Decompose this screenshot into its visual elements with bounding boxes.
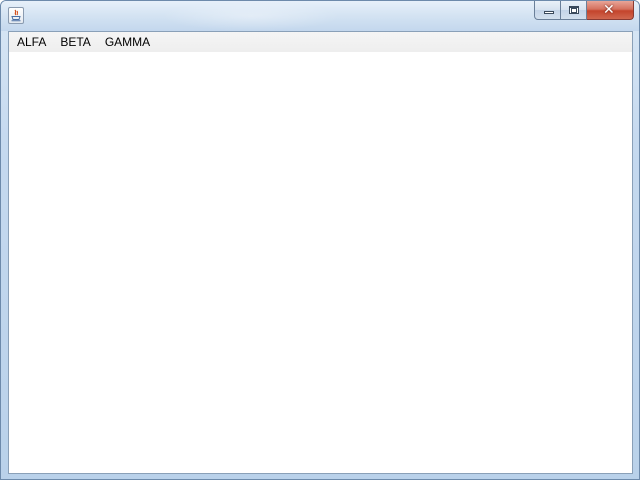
client-area: ALFA BETA GAMMA xyxy=(8,31,633,474)
close-button[interactable]: ✕ xyxy=(587,1,634,20)
menu-beta[interactable]: BETA xyxy=(53,32,97,52)
title-bar[interactable]: ✕ xyxy=(1,1,639,31)
close-icon: ✕ xyxy=(603,2,615,18)
window-controls: ✕ xyxy=(534,1,634,21)
maximize-button[interactable] xyxy=(561,1,587,20)
application-window: ✕ ALFA BETA GAMMA xyxy=(0,0,640,480)
menu-gamma[interactable]: GAMMA xyxy=(98,32,157,52)
minimize-button[interactable] xyxy=(534,1,561,20)
menu-bar: ALFA BETA GAMMA xyxy=(9,32,632,52)
maximize-icon xyxy=(569,6,579,14)
minimize-icon xyxy=(544,11,554,14)
window-bottom-border[interactable] xyxy=(1,474,639,479)
content-panel[interactable] xyxy=(9,52,632,473)
menu-alfa[interactable]: ALFA xyxy=(10,32,53,52)
java-cup-icon[interactable] xyxy=(8,7,24,24)
